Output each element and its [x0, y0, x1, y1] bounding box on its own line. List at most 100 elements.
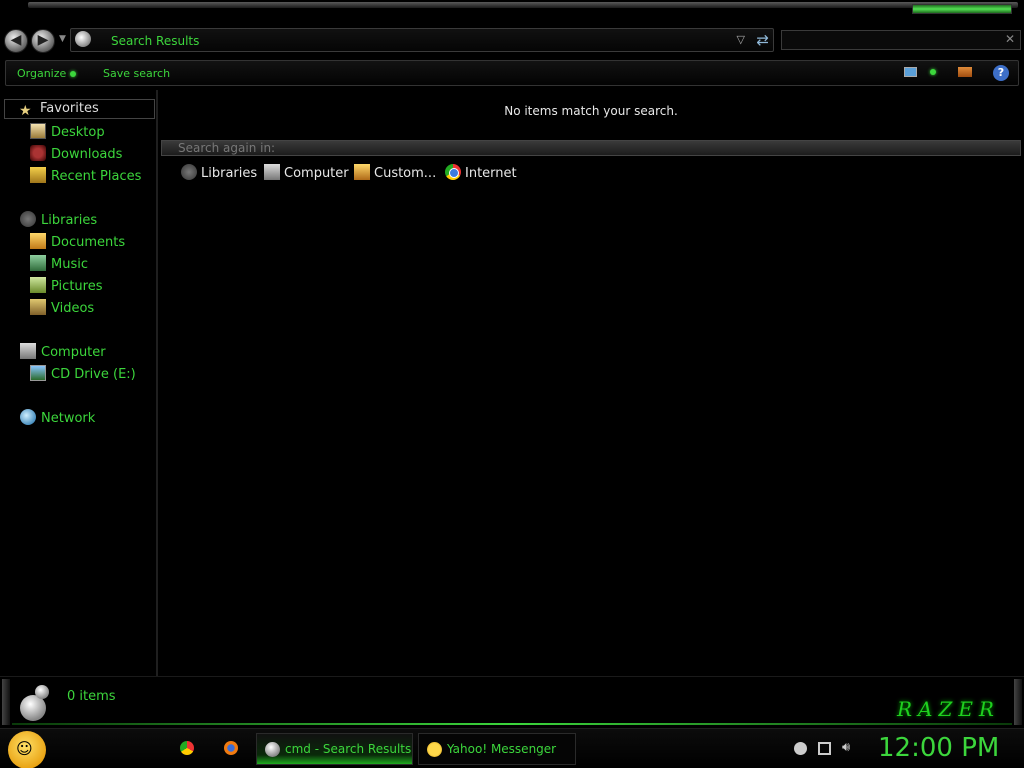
sidebar-item-label: Network — [41, 411, 96, 426]
search-location-libraries[interactable]: Libraries — [181, 164, 257, 181]
recent-pages-chevron-icon[interactable]: ▼ — [59, 34, 66, 44]
sidebar-item-computer[interactable]: Computer — [20, 343, 106, 361]
organize-label: Organize — [17, 67, 67, 80]
change-view-icon[interactable] — [904, 67, 917, 77]
details-pane-right-edge — [1014, 679, 1022, 725]
search-input[interactable]: ✕ — [781, 30, 1021, 50]
sidebar-item-music[interactable]: Music — [30, 255, 88, 273]
back-arrow-icon: ◀ — [10, 32, 22, 48]
taskbar-item-search-results[interactable]: cmd - Search Results — [256, 733, 413, 765]
search-location-internet[interactable]: Internet — [445, 164, 517, 181]
search-results-icon — [265, 742, 280, 757]
star-icon: ★ — [19, 103, 32, 119]
item-count: 0 items — [67, 689, 116, 704]
search-location-computer[interactable]: Computer — [264, 164, 349, 181]
details-pane-left-edge — [2, 679, 10, 725]
address-text: Search Results — [111, 34, 200, 48]
location-label: Libraries — [201, 166, 258, 181]
music-icon — [30, 255, 46, 271]
sidebar-item-network[interactable]: Network — [20, 409, 95, 427]
sidebar-item-label: Libraries — [41, 213, 98, 228]
clear-search-icon[interactable]: ✕ — [1005, 32, 1015, 46]
sidebar-item-pictures[interactable]: Pictures — [30, 277, 102, 295]
navigation-pane: ★ Favorites Desktop Downloads Recent Plac… — [0, 90, 158, 676]
back-button[interactable]: ◀ — [4, 29, 28, 53]
start-orb-face-icon: ☺ — [16, 739, 33, 758]
sidebar-item-favorites[interactable]: ★ Favorites — [4, 99, 155, 119]
sidebar-item-documents[interactable]: Documents — [30, 233, 125, 251]
downloads-icon — [30, 145, 46, 161]
sidebar-item-desktop[interactable]: Desktop — [30, 123, 105, 141]
save-search-button[interactable]: Save search — [103, 67, 170, 80]
network-tray-icon[interactable] — [818, 742, 831, 755]
sidebar-item-label: Pictures — [51, 279, 103, 294]
command-bar: Organize Save search ? — [5, 60, 1019, 86]
search-results-icon — [75, 31, 91, 47]
sidebar-item-recent-places[interactable]: Recent Places — [30, 167, 141, 185]
navigation-bar: ◀ ▶ ▼ Search Results ▽ ⇄ ✕ — [0, 24, 1024, 56]
clock[interactable]: 12:00 PM — [878, 733, 999, 763]
task-label: cmd - Search Results — [285, 742, 412, 756]
sidebar-item-label: Downloads — [51, 147, 123, 162]
details-pane: 0 items RAZER — [0, 676, 1024, 728]
location-label: Custom... — [374, 166, 437, 181]
pictures-icon — [30, 277, 46, 293]
taskbar-item-yahoo-messenger[interactable]: Yahoo! Messenger — [418, 733, 576, 765]
preview-pane-icon[interactable] — [958, 67, 972, 77]
search-again-header: Search again in: — [161, 140, 1021, 156]
title-bar — [0, 0, 1024, 24]
sidebar-item-downloads[interactable]: Downloads — [30, 145, 122, 163]
window-controls[interactable] — [912, 4, 1012, 14]
search-results-large-icon — [20, 685, 50, 721]
sidebar-item-label: Desktop — [51, 125, 105, 140]
organize-button[interactable]: Organize — [17, 67, 77, 80]
taskbar: ☺ cmd - Search Results Yahoo! Messenger … — [0, 728, 1024, 768]
forward-arrow-icon: ▶ — [37, 32, 49, 48]
custom-folder-icon — [354, 164, 370, 180]
address-bar[interactable]: Search Results ▽ ⇄ — [70, 28, 774, 52]
forward-button[interactable]: ▶ — [31, 29, 55, 53]
sidebar-item-label: Documents — [51, 235, 126, 250]
search-again-label: Search again in: — [178, 141, 276, 155]
sidebar-item-libraries[interactable]: Libraries — [20, 211, 97, 229]
firefox-quicklaunch-icon[interactable] — [224, 741, 238, 755]
address-dropdown-icon[interactable]: ▽ — [737, 33, 745, 46]
view-options-icon[interactable] — [930, 69, 936, 75]
start-button[interactable]: ☺ — [8, 731, 46, 768]
recent-places-icon — [30, 167, 46, 183]
favorites-label: Favorites — [40, 101, 99, 116]
sidebar-item-videos[interactable]: Videos — [30, 299, 94, 317]
libraries-icon — [20, 211, 36, 227]
task-label: Yahoo! Messenger — [447, 742, 557, 756]
tray-status-icon[interactable] — [794, 742, 807, 755]
search-location-custom[interactable]: Custom... — [354, 164, 436, 181]
sidebar-item-label: Recent Places — [51, 169, 142, 184]
title-bar-line — [28, 2, 1018, 8]
empty-results-message: No items match your search. — [504, 104, 678, 118]
sidebar-item-label: Computer — [41, 345, 106, 360]
refresh-icon[interactable]: ⇄ — [756, 31, 769, 49]
libraries-icon — [181, 164, 197, 180]
help-icon[interactable]: ? — [993, 65, 1009, 81]
computer-icon — [20, 343, 36, 359]
computer-icon — [264, 164, 280, 180]
yahoo-messenger-icon — [427, 742, 442, 757]
documents-icon — [30, 233, 46, 249]
location-label: Internet — [465, 166, 517, 181]
razer-logo: RAZER — [896, 697, 1000, 721]
location-label: Computer — [284, 166, 349, 181]
desktop-icon — [30, 123, 46, 139]
cd-drive-icon — [30, 365, 46, 381]
sidebar-item-cd-drive[interactable]: CD Drive (E:) — [30, 365, 136, 383]
details-pane-glow-line — [12, 723, 1012, 725]
sidebar-item-label: CD Drive (E:) — [51, 367, 136, 382]
volume-icon[interactable]: 🔊︎ — [842, 740, 855, 755]
sidebar-item-label: Videos — [51, 301, 95, 316]
results-pane: No items match your search. Search again… — [161, 90, 1024, 676]
network-icon — [20, 409, 36, 425]
videos-icon — [30, 299, 46, 315]
internet-browser-icon — [445, 164, 461, 180]
sidebar-item-label: Music — [51, 257, 88, 272]
organize-dropdown-icon — [70, 71, 77, 77]
chrome-quicklaunch-icon[interactable] — [180, 741, 194, 755]
